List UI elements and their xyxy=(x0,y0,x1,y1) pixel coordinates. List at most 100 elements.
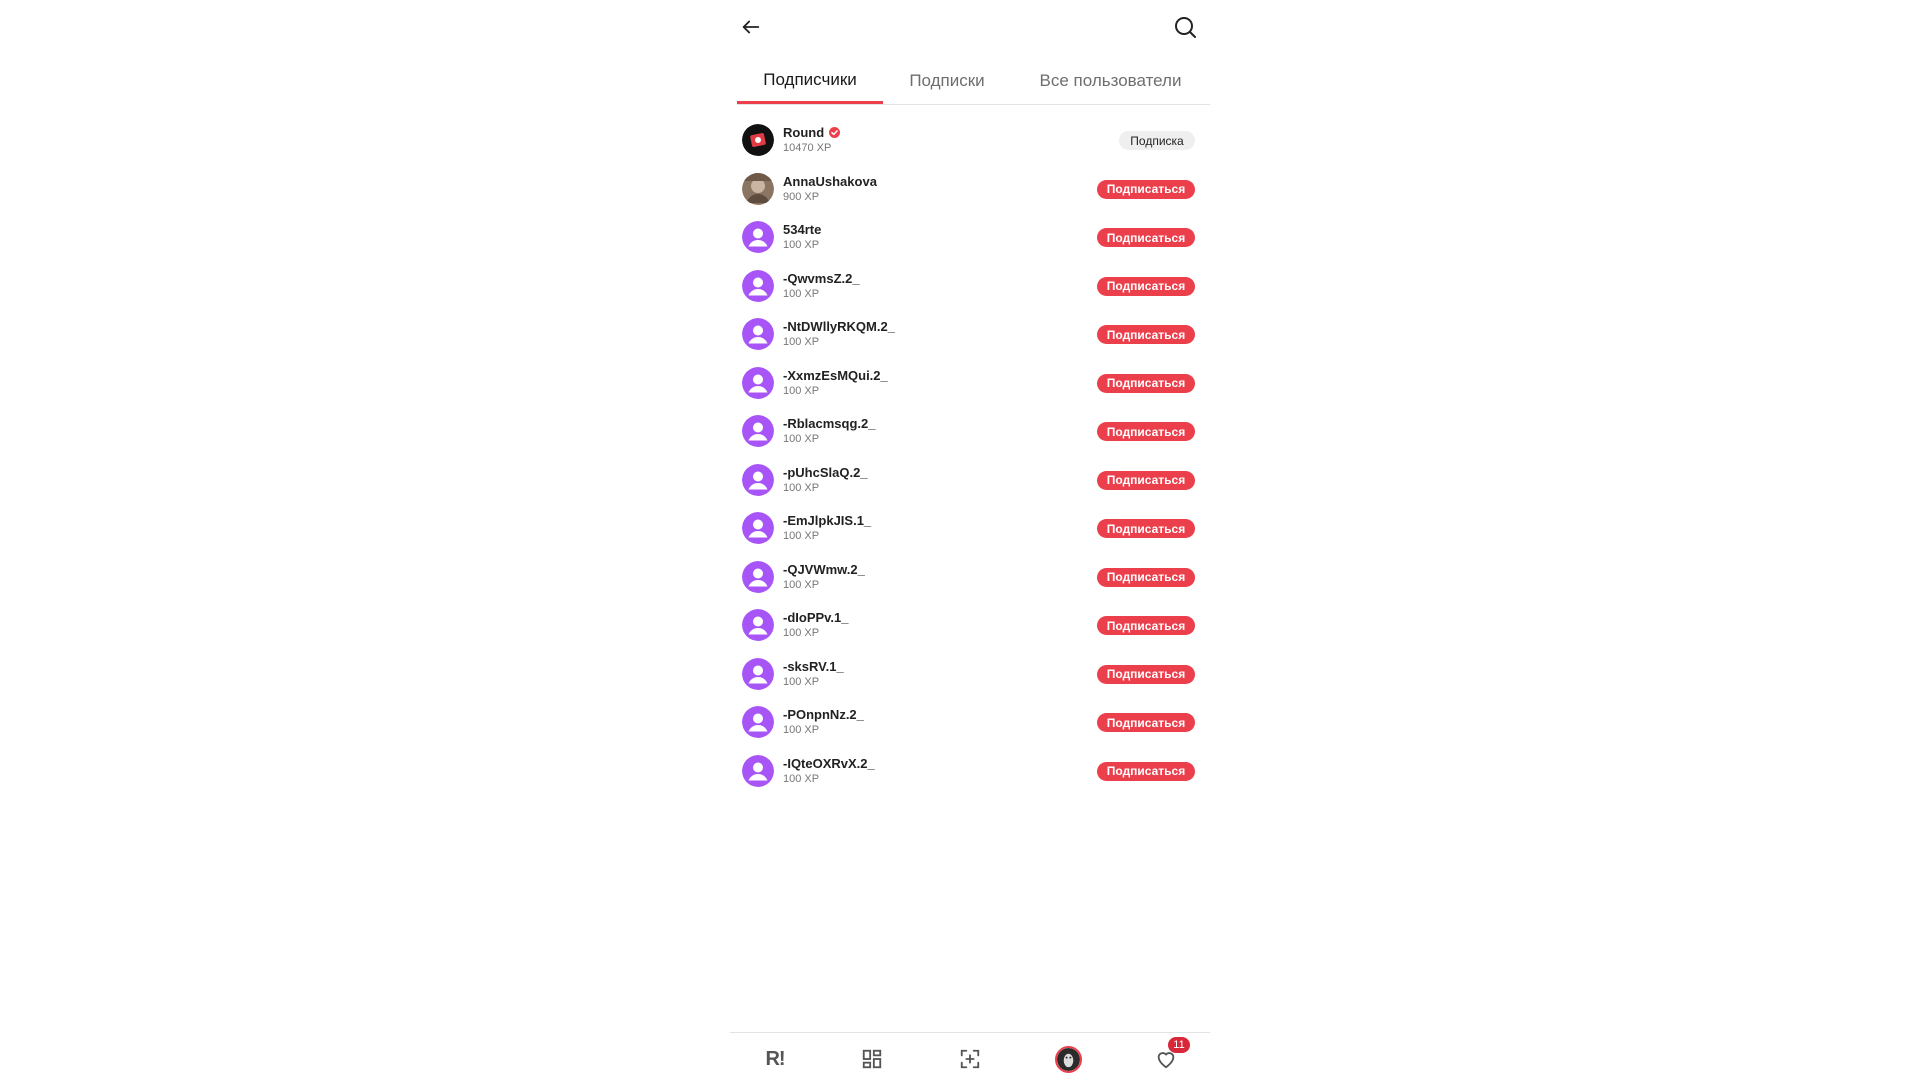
username-text: -pUhcSlaQ.2_ xyxy=(783,464,868,480)
list-item[interactable]: AnnaUshakova 900 XP Подписаться xyxy=(730,169,1210,218)
verified-icon xyxy=(829,126,841,138)
tab-following[interactable]: Подписки xyxy=(883,58,1011,104)
username[interactable]: -EmJlpkJIS.1_ xyxy=(783,513,871,528)
username[interactable]: -pUhcSlaQ.2_ xyxy=(783,465,868,480)
avatar[interactable] xyxy=(742,415,774,447)
list-item[interactable]: 534rte 100 XP Подписаться xyxy=(730,217,1210,266)
bottom-nav: R! 11 xyxy=(730,1032,1210,1081)
tab-all-users[interactable]: Все пользователи xyxy=(1011,58,1210,104)
avatar[interactable] xyxy=(742,366,774,399)
user-list: Round 10470 XP Подписка AnnaUshakova 900 XP П… xyxy=(730,120,1210,799)
username[interactable]: -XxmzEsMQui.2_ xyxy=(783,368,888,383)
follow-button[interactable]: Подписаться xyxy=(1097,470,1195,490)
list-item[interactable]: -sksRV.1_ 100 XP Подписаться xyxy=(730,654,1210,703)
username-text: -NtDWllyRKQM.2_ xyxy=(783,319,895,334)
arrow-left-icon xyxy=(742,20,760,34)
list-item[interactable]: -XxmzEsMQui.2_ 100 XP Подписаться xyxy=(730,363,1210,412)
follow-button[interactable]: Подписаться xyxy=(1097,179,1195,199)
list-item[interactable]: -Rblacmsqg.2_ 100 XP Подписаться xyxy=(730,411,1210,460)
tab-followers[interactable]: Подписчики xyxy=(737,58,883,104)
username[interactable]: -IQteOXRvX.2_ xyxy=(783,756,875,771)
follow-button[interactable]: Подписаться xyxy=(1097,325,1195,344)
list-item[interactable]: -POnpnNz.2_ 100 XP Подписаться xyxy=(730,702,1210,751)
search-icon xyxy=(1175,17,1196,38)
username[interactable]: -NtDWllyRKQM.2_ xyxy=(783,319,895,334)
xp-value: 100 XP xyxy=(783,675,820,688)
avatar[interactable] xyxy=(742,318,774,350)
avatar[interactable] xyxy=(742,512,774,544)
follow-button[interactable]: Подписаться xyxy=(1097,228,1195,247)
username[interactable]: 534rte xyxy=(783,222,821,237)
avatar[interactable] xyxy=(742,463,774,496)
avatar[interactable] xyxy=(742,172,774,205)
username-text: -XxmzEsMQui.2_ xyxy=(783,367,888,383)
username-text: -QwvmsZ.2_ xyxy=(783,270,860,286)
xp-value: 100 XP xyxy=(783,481,820,494)
add-scan-icon xyxy=(960,1049,980,1069)
xp-value: 100 XP xyxy=(783,772,820,785)
follow-button[interactable]: Подписаться xyxy=(1097,664,1195,684)
xp-value: 100 XP xyxy=(783,627,820,639)
avatar[interactable] xyxy=(742,221,774,253)
follow-button[interactable]: Подписаться xyxy=(1097,519,1195,538)
list-item[interactable]: -pUhcSlaQ.2_ 100 XP Подписаться xyxy=(730,460,1210,509)
xp-value: 100 XP xyxy=(783,239,820,251)
avatar[interactable] xyxy=(742,560,774,593)
username-text: -EmJlpkJIS.1_ xyxy=(783,513,872,528)
list-item[interactable]: -IQteOXRvX.2_ 100 XP Подписаться xyxy=(730,751,1210,800)
nav-home[interactable]: R! xyxy=(757,1041,793,1077)
search-button[interactable] xyxy=(1167,9,1203,45)
follow-button[interactable]: Подписаться xyxy=(1097,616,1195,635)
follow-button[interactable]: Подписаться xyxy=(1097,713,1195,732)
avatar[interactable] xyxy=(742,754,774,787)
username[interactable]: -POnpnNz.2_ xyxy=(783,707,864,722)
xp-value: 100 XP xyxy=(783,578,820,591)
profile-avatar xyxy=(1054,1045,1082,1073)
follow-button[interactable]: Подписаться xyxy=(1097,276,1195,296)
username[interactable]: -sksRV.1_ xyxy=(783,659,844,674)
follow-button[interactable]: Подписаться xyxy=(1097,761,1195,781)
username[interactable]: AnnaUshakova xyxy=(783,174,877,189)
xp-value: 100 XP xyxy=(783,530,820,542)
username-text: -IQteOXRvX.2_ xyxy=(783,755,875,771)
list-item[interactable]: Round 10470 XP Подписка xyxy=(730,120,1210,169)
xp-value: 100 XP xyxy=(783,287,820,300)
nav-scan[interactable] xyxy=(952,1041,988,1077)
avatar[interactable] xyxy=(742,657,774,690)
list-item[interactable]: -dIoPPv.1_ 100 XP Подписаться xyxy=(730,605,1210,654)
username[interactable]: Round xyxy=(783,125,841,140)
list-item[interactable]: -NtDWllyRKQM.2_ 100 XP Подписаться xyxy=(730,314,1210,363)
list-item[interactable]: -QJVWmw.2_ 100 XP Подписаться xyxy=(730,557,1210,606)
username-text: -dIoPPv.1_ xyxy=(783,610,849,625)
username[interactable]: -Rblacmsqg.2_ xyxy=(783,416,875,431)
nav-feed[interactable] xyxy=(854,1041,890,1077)
username[interactable]: -dIoPPv.1_ xyxy=(783,610,849,625)
tabs-bar: Подписчики Подписки Все пользователи xyxy=(737,58,1210,105)
top-bar xyxy=(730,0,1210,56)
username[interactable]: -QwvmsZ.2_ xyxy=(783,271,860,286)
list-item[interactable]: -QwvmsZ.2_ 100 XP Подписаться xyxy=(730,266,1210,315)
home-logo: R! xyxy=(765,1047,785,1070)
follow-button[interactable]: Подписаться xyxy=(1097,373,1195,393)
avatar[interactable] xyxy=(742,124,774,156)
username-text: Round xyxy=(783,125,825,140)
xp-value: 900 XP xyxy=(783,190,820,203)
username-text: -Rblacmsqg.2_ xyxy=(783,416,876,431)
nav-profile[interactable] xyxy=(1050,1041,1086,1077)
grid-icon xyxy=(862,1049,882,1069)
follow-button[interactable]: Подписаться xyxy=(1097,422,1195,441)
avatar[interactable] xyxy=(742,609,774,641)
nav-likes[interactable]: 11 xyxy=(1148,1037,1190,1077)
follow-button[interactable]: Подписаться xyxy=(1097,567,1195,587)
following-button[interactable]: Подписка xyxy=(1119,131,1195,150)
xp-value: 100 XP xyxy=(783,384,820,397)
avatar[interactable] xyxy=(742,706,774,738)
username-text: -sksRV.1_ xyxy=(783,658,844,674)
username-text: -QJVWmw.2_ xyxy=(783,561,865,577)
xp-value: 100 XP xyxy=(783,336,820,348)
username[interactable]: -QJVWmw.2_ xyxy=(783,562,865,577)
avatar[interactable] xyxy=(742,269,774,302)
xp-value: 100 XP xyxy=(783,724,820,736)
back-button[interactable] xyxy=(733,9,769,45)
list-item[interactable]: -EmJlpkJIS.1_ 100 XP Подписаться xyxy=(730,508,1210,557)
